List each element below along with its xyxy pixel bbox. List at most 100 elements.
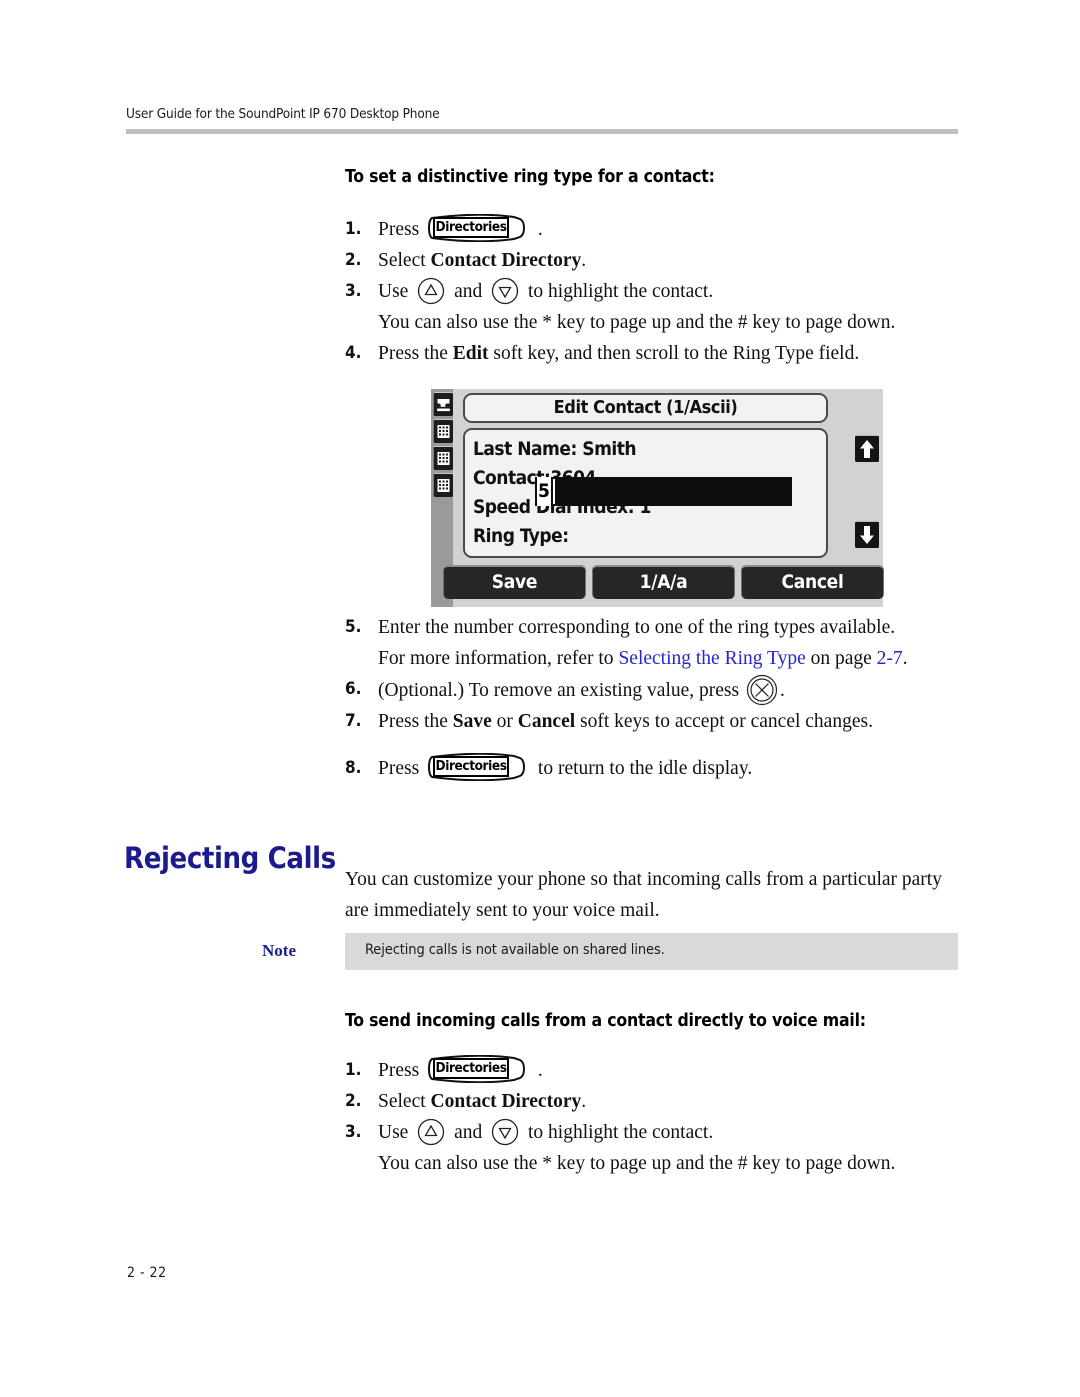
procedure-two-steps: 1. Press Directories . 2. Select Contact… — [345, 1055, 965, 1179]
lcd-field-label: Ring Type: — [473, 525, 569, 547]
step-number: 3. — [345, 1122, 362, 1142]
step-text-post: soft key, and then scroll to the Ring Ty… — [488, 343, 860, 364]
step-number: 4. — [345, 343, 362, 363]
directories-hardkey-label: Directories — [433, 217, 510, 238]
step-text-post: . — [537, 1060, 543, 1081]
step-text: (Optional.) To remove an existing value,… — [378, 674, 965, 706]
step-text-pre: Press — [378, 1060, 420, 1081]
procedure-one-title: To set a distinctive ring type for a con… — [345, 167, 715, 187]
step-text-post: . — [537, 219, 543, 240]
handset-icon[interactable] — [433, 392, 453, 416]
cross-reference-page-link[interactable]: 2-7 — [877, 648, 903, 669]
document-page: User Guide for the SoundPoint IP 670 Des… — [0, 0, 1080, 1397]
note-text-mid: on page — [805, 648, 877, 669]
up-arrow-key-icon[interactable] — [416, 276, 446, 306]
procedure-one-steps-5-8: 5. Enter the number corresponding to one… — [345, 612, 965, 784]
step-item: 7. Press the Save or Cancel soft keys to… — [345, 706, 965, 737]
step-supplementary-note: For more information, refer to Selecting… — [378, 643, 965, 674]
step-text: Select Contact Directory. — [378, 1086, 965, 1117]
lcd-field-row-selected[interactable]: Ring Type: — [473, 522, 826, 551]
step-number: 5. — [345, 617, 362, 637]
step-text-strong: Contact Directory — [430, 250, 582, 271]
keypad-icon[interactable] — [433, 446, 453, 470]
lcd-selection-highlight — [535, 477, 792, 506]
step-text-pre: Press the — [378, 711, 453, 732]
softkey-save[interactable]: Save — [443, 565, 586, 599]
step-supplementary-note: You can also use the * key to page up an… — [378, 312, 896, 333]
procedure-two-title: To send incoming calls from a contact di… — [345, 1011, 866, 1031]
step-text-pre: Use — [378, 1122, 409, 1143]
note-text-post: . — [902, 648, 908, 669]
step-number: 1. — [345, 219, 362, 239]
step-text: Press the Save or Cancel soft keys to ac… — [378, 706, 965, 737]
step-text-pre: (Optional.) To remove an existing value,… — [378, 680, 740, 701]
lcd-selected-value: 5 — [537, 477, 551, 506]
step-text-pre: Select — [378, 250, 431, 271]
directories-hardkey-label: Directories — [433, 1058, 510, 1079]
step-text-pre: Press the — [378, 343, 453, 364]
step-text-strong: Contact Directory — [430, 1091, 582, 1112]
lcd-field-row: Last Name: Smith — [473, 435, 826, 464]
procedure-one-steps-1-4: 1. Press Directories . 2. Select Contact… — [345, 214, 965, 369]
note-label: Note — [262, 941, 296, 960]
step-text-post: to return to the idle display. — [537, 758, 753, 779]
step-text-mid: or — [491, 711, 518, 732]
step-item: 3. Use and to highlight the contact. — [345, 276, 965, 307]
step-text-strong: Save — [452, 711, 492, 732]
down-arrow-key-icon[interactable] — [490, 276, 520, 306]
step-text: Use and to highlight the contact. — [378, 1117, 965, 1148]
step-number: 2. — [345, 1091, 362, 1111]
step-supplementary-note: You can also use the * key to page up an… — [378, 1153, 896, 1174]
down-arrow-key-icon[interactable] — [490, 1117, 520, 1147]
text-cursor — [553, 479, 555, 504]
lcd-title-bar: Edit Contact (1/Ascii) — [463, 393, 828, 423]
step-text-post: . — [779, 680, 785, 701]
step-text-pre: Press — [378, 219, 420, 240]
step-text-pre: Use — [378, 281, 409, 302]
step-number: 2. — [345, 250, 362, 270]
step-text: Press Directories to return to the idle … — [378, 753, 965, 784]
step-text-post: to highlight the contact. — [527, 1122, 714, 1143]
note-text-pre: For more information, refer to — [378, 648, 619, 669]
step-number: 6. — [345, 679, 362, 699]
step-number: 1. — [345, 1060, 362, 1080]
step-item: 5. Enter the number corresponding to one… — [345, 612, 965, 643]
step-text-strong: Edit — [452, 343, 489, 364]
step-text-mid: and — [454, 281, 483, 302]
keypad-icon[interactable] — [433, 419, 453, 443]
step-item: 3. Use and to highlight the contact. — [345, 1117, 965, 1148]
page-number: 2 - 22 — [127, 1265, 167, 1281]
intro-line-2: are immediately sent to your voice mail. — [345, 900, 660, 921]
step-text: Enter the number corresponding to one of… — [378, 617, 896, 638]
directories-hardkey[interactable]: Directories — [428, 1055, 529, 1083]
running-header-title: User Guide for the SoundPoint IP 670 Des… — [126, 106, 440, 122]
step-text: Press Directories . — [378, 214, 965, 245]
step-item: 8. Press Directories to return to the id… — [345, 753, 965, 784]
lcd-softkey-row: Save 1/A/a Cancel — [437, 565, 884, 601]
softkey-alpha-mode[interactable]: 1/A/a — [592, 565, 735, 599]
delete-key-icon[interactable] — [746, 674, 778, 706]
step-item: 6. (Optional.) To remove an existing val… — [345, 674, 965, 706]
phone-lcd-figure: Edit Contact (1/Ascii) Last Name: Smith … — [431, 389, 884, 607]
directories-hardkey[interactable]: Directories — [428, 753, 529, 781]
step-text: Use and to highlight the contact. — [378, 276, 965, 307]
intro-line-1: You can customize your phone so that inc… — [345, 869, 942, 890]
step-item: 1. Press Directories . — [345, 1055, 965, 1086]
softkey-cancel[interactable]: Cancel — [741, 565, 884, 599]
intro-paragraph: You can customize your phone so that inc… — [345, 864, 970, 926]
cross-reference-link[interactable]: Selecting the Ring Type — [618, 648, 805, 669]
directories-hardkey-label: Directories — [433, 756, 510, 777]
directories-hardkey[interactable]: Directories — [428, 214, 529, 242]
step-text-pre: Press — [378, 758, 420, 779]
step-text: Press Directories . — [378, 1055, 965, 1086]
step-text-post: soft keys to accept or cancel changes. — [575, 711, 873, 732]
up-arrow-key-icon[interactable] — [416, 1117, 446, 1147]
lcd-field-value: Smith — [576, 438, 637, 460]
scroll-up-icon[interactable] — [855, 435, 879, 462]
step-number: 7. — [345, 711, 362, 731]
keypad-icon[interactable] — [433, 473, 453, 497]
step-item: 2. Select Contact Directory. — [345, 245, 965, 276]
step-text-post: to highlight the contact. — [527, 281, 714, 302]
step-item: 4. Press the Edit soft key, and then scr… — [345, 338, 965, 369]
scroll-down-icon[interactable] — [855, 521, 879, 548]
